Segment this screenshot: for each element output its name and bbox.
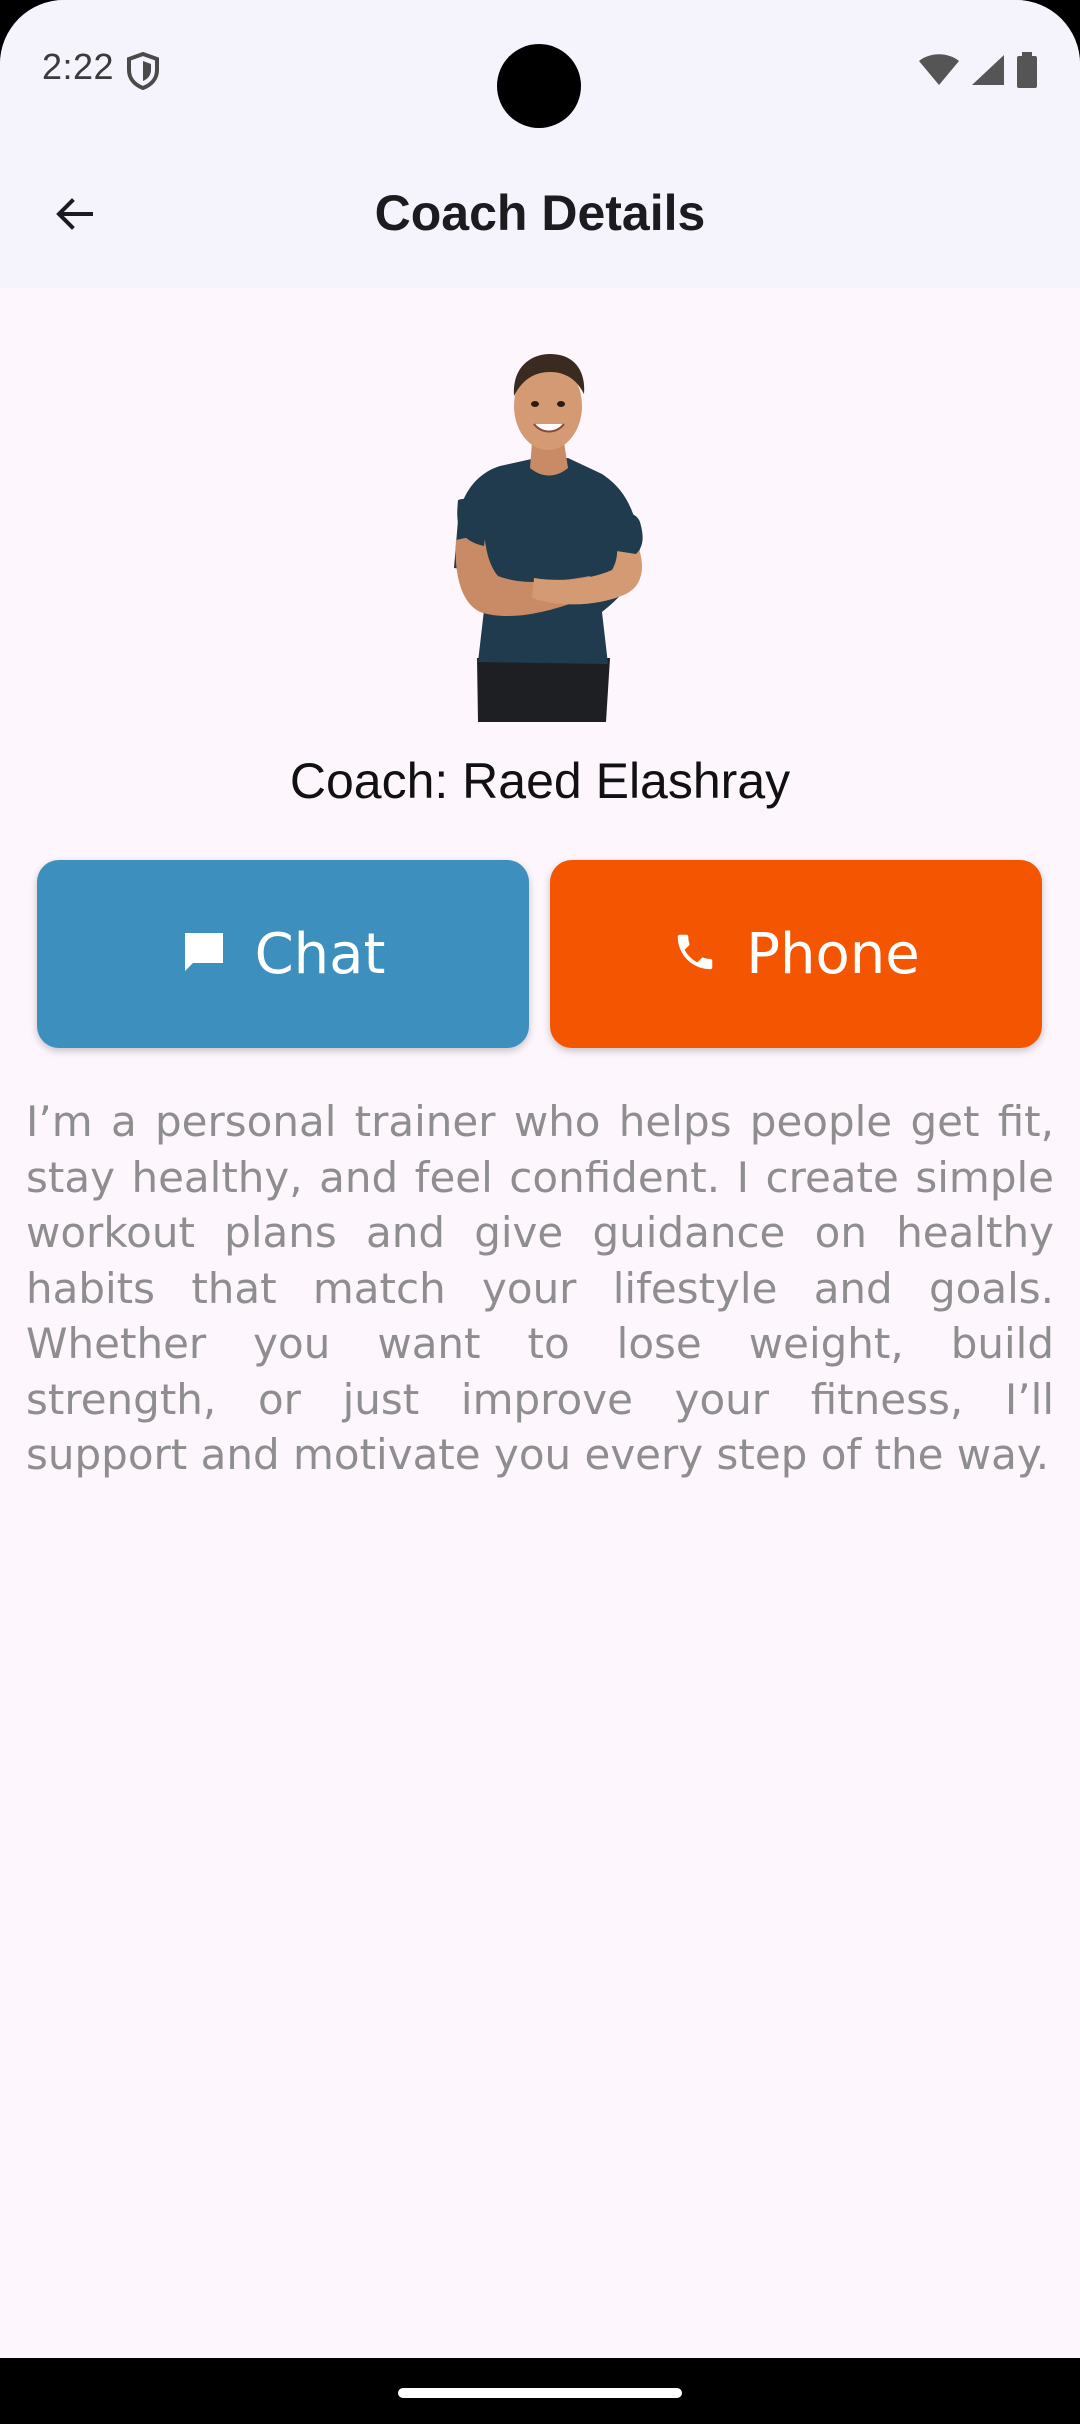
- status-time: 2:22: [42, 46, 115, 87]
- chat-bubble-icon: [181, 929, 227, 980]
- page-title: Coach Details: [374, 185, 706, 241]
- signal-icon: [970, 53, 1006, 87]
- coach-photo: [440, 350, 660, 722]
- shield-icon: [126, 51, 160, 91]
- phone-icon: [672, 929, 718, 980]
- home-indicator[interactable]: [398, 2388, 682, 2398]
- camera-cutout: [497, 44, 581, 128]
- battery-icon: [1016, 52, 1038, 88]
- wifi-icon: [918, 53, 960, 87]
- coach-name: Coach: Raed Elashray: [289, 753, 791, 809]
- chat-button[interactable]: Chat: [37, 860, 529, 1048]
- coach-details-screen: 2:22 Coach Details Coach: Raed Elashray …: [0, 0, 1080, 2358]
- phone-button-label: Phone: [746, 921, 920, 987]
- phone-button[interactable]: Phone: [550, 860, 1042, 1048]
- chat-button-label: Chat: [254, 921, 386, 987]
- coach-bio: I’m a personal trainer who helps people …: [26, 1097, 1054, 1479]
- status-icons: [918, 52, 1038, 88]
